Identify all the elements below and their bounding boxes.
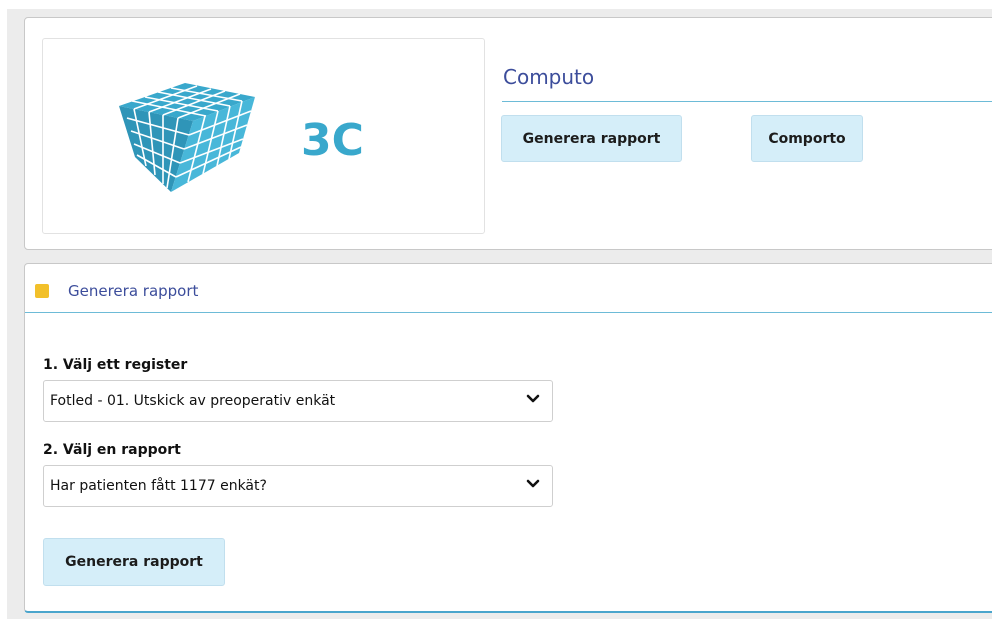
section-divider <box>25 312 992 313</box>
generate-report-panel: Generera rapport 1. Välj ett register Fo… <box>24 263 992 613</box>
section-title: Generera rapport <box>68 282 199 300</box>
header-panel: 3C Computo Generera rapport Comporto <box>24 17 992 250</box>
generate-report-button[interactable]: Generera rapport <box>43 538 225 586</box>
register-label: 1. Välj ett register <box>43 357 188 373</box>
report-select[interactable]: Har patienten fått 1177 enkät? <box>43 465 553 507</box>
app-title: Computo <box>503 65 595 89</box>
register-select[interactable]: Fotled - 01. Utskick av preoperativ enkä… <box>43 380 553 422</box>
logo-box: 3C <box>42 38 485 234</box>
window-top-edge <box>0 0 992 9</box>
chevron-down-icon <box>526 394 540 403</box>
comporto-nav-button[interactable]: Comporto <box>751 115 863 162</box>
report-select-value: Har patienten fått 1177 enkät? <box>50 478 267 494</box>
logo-text: 3C <box>301 115 364 166</box>
register-select-value: Fotled - 01. Utskick av preoperativ enkä… <box>50 393 336 409</box>
chevron-down-icon <box>526 479 540 488</box>
square-icon <box>35 284 49 298</box>
cube-logo-icon: 3C <box>119 83 364 192</box>
generate-report-nav-button[interactable]: Generera rapport <box>501 115 682 162</box>
report-label: 2. Välj en rapport <box>43 442 181 458</box>
window-left-edge <box>0 0 7 619</box>
title-divider <box>502 101 992 102</box>
